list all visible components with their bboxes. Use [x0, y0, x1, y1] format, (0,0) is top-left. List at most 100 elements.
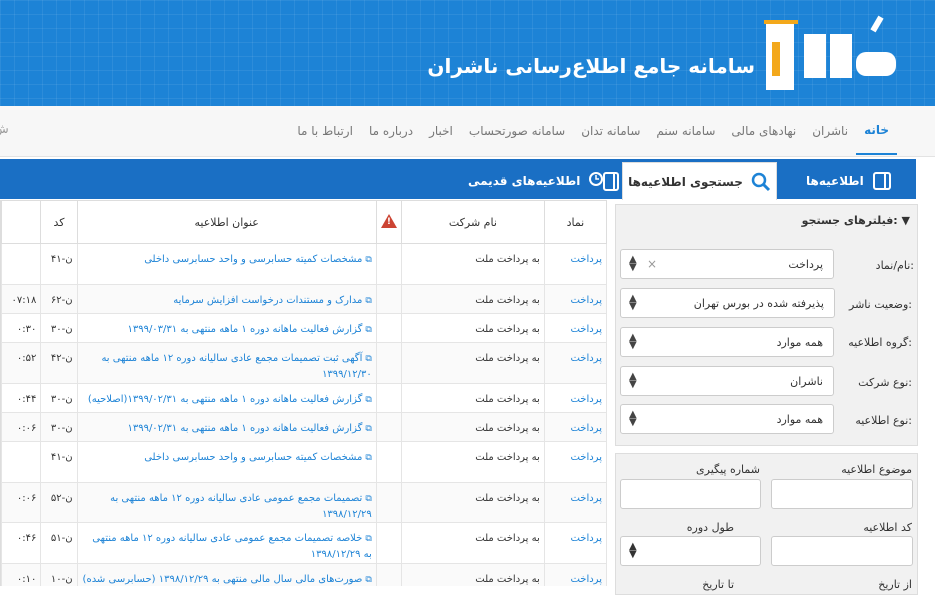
cell-time	[1, 243, 42, 285]
period-length-select[interactable]: ▲ ▼	[620, 536, 761, 566]
name-symbol-label: نام/نماد:	[875, 259, 914, 272]
main-nav: خانه ناشران نهادهای مالی سامانه سنم ساما…	[0, 106, 935, 157]
header-symbol[interactable]: نماد	[543, 200, 607, 244]
cell-title[interactable]: ⧉گزارش فعالیت ماهانه دوره ۱ ماهه منتهی ب…	[76, 412, 377, 442]
cell-warning	[375, 441, 402, 483]
table-row[interactable]: پرداخت به پرداخت ملت ⧉آگهی ثبت تصمیمات مجم…	[1, 342, 607, 384]
external-link-icon: ⧉	[365, 354, 372, 364]
search-icon	[751, 172, 770, 191]
cell-company: به پرداخت ملت	[400, 284, 545, 314]
cell-title[interactable]: ⧉صورت‌های مالی سال مالی منتهی به ۱۳۹۸/۱۲…	[76, 563, 377, 586]
table-row[interactable]: پرداخت به پرداخت ملت ⧉گزارش فعالیت ماهانه …	[1, 412, 607, 442]
cell-title[interactable]: ⧉آگهی ثبت تصمیمات مجمع عادی سالیانه دوره…	[76, 342, 377, 384]
tracking-number-label: شماره پیگیری	[696, 463, 760, 476]
header-time[interactable]	[1, 200, 42, 244]
cell-symbol[interactable]: پرداخت	[543, 383, 607, 413]
cell-symbol[interactable]: پرداخت	[543, 313, 607, 343]
external-link-icon: ⧉	[365, 534, 372, 544]
cell-code: ن-۴۱	[40, 243, 78, 285]
site-header: سامانه جامع اطلاع‌رسانی ناشران	[0, 0, 935, 106]
company-type-label: نوع شرکت:	[858, 376, 912, 389]
announcement-type-value: همه موارد	[776, 413, 823, 426]
table-row[interactable]: پرداخت به پرداخت ملت ⧉تصمیمات مجمع عمومی ع…	[1, 482, 607, 523]
nav-item-news[interactable]: اخبار	[421, 106, 461, 156]
announcement-group-select[interactable]: همه موارد ▲ ▼	[620, 327, 834, 357]
tab-old-announcements[interactable]: اطلاعیه‌های قدیمی	[468, 162, 620, 199]
announcement-type-label: نوع اطلاعیه:	[855, 414, 912, 427]
codal-logo[interactable]	[764, 12, 904, 96]
cell-title[interactable]: ⧉گزارش فعالیت ماهانه دوره ۱ ماهه منتهی ب…	[76, 313, 377, 343]
external-link-icon: ⧉	[365, 494, 372, 504]
cell-code: ن-۵۱	[40, 522, 78, 564]
cell-warning	[375, 522, 402, 564]
cell-time: ۰:۰۶	[1, 412, 42, 442]
announcement-group-label: گروه اطلاعیه:	[848, 336, 912, 349]
nav-item-tadan[interactable]: سامانه تدان	[573, 106, 648, 156]
cell-time: ۰:۳۰	[1, 313, 42, 343]
header-code[interactable]: کد	[40, 200, 78, 244]
announcement-code-label: کد اطلاعیه	[863, 521, 912, 534]
cell-symbol[interactable]: پرداخت	[543, 243, 607, 285]
cell-company: به پرداخت ملت	[400, 522, 545, 564]
from-date-label: از تاریخ	[878, 578, 912, 591]
cell-company: به پرداخت ملت	[400, 482, 545, 523]
cell-company: به پرداخت ملت	[400, 412, 545, 442]
cell-warning	[375, 342, 402, 384]
table-row[interactable]: پرداخت به پرداخت ملت ⧉مدارک و مستندات درخو…	[1, 284, 607, 314]
sort-arrows-icon: ▲ ▼	[629, 332, 637, 351]
cell-warning	[375, 383, 402, 413]
header-title[interactable]: عنوان اطلاعیه	[76, 200, 377, 244]
publisher-status-value: پذیرفته شده در بورس تهران	[693, 297, 824, 310]
nav-item-sanam[interactable]: سامانه سنم	[648, 106, 723, 156]
announcement-group-value: همه موارد	[776, 336, 823, 349]
cell-title[interactable]: ⧉مشخصات کمیته حسابرسی و واحد حسابرسی داخ…	[76, 441, 377, 483]
subject-label: موضوع اطلاعیه	[841, 463, 912, 476]
cell-title[interactable]: ⧉گزارش فعالیت ماهانه دوره ۱ ماهه منتهی ب…	[76, 383, 377, 413]
cell-title[interactable]: ⧉خلاصه تصمیمات مجمع عمومی عادی سالیانه د…	[76, 522, 377, 564]
publisher-status-select[interactable]: پذیرفته شده در بورس تهران ▲ ▼	[620, 288, 835, 318]
table-row[interactable]: پرداخت به پرداخت ملت ⧉خلاصه تصمیمات مجمع ع…	[1, 522, 607, 564]
nav-item-about[interactable]: درباره ما	[361, 106, 421, 156]
cell-company: به پرداخت ملت	[400, 243, 545, 285]
cell-symbol[interactable]: پرداخت	[543, 342, 607, 384]
cell-time: ۰:۴۴	[1, 383, 42, 413]
warning-icon: !	[380, 213, 397, 228]
announcement-code-input[interactable]	[771, 536, 913, 566]
archive-clock-icon	[589, 171, 620, 191]
cell-company: به پرداخت ملت	[400, 342, 545, 384]
table-row[interactable]: پرداخت به پرداخت ملت ⧉مشخصات کمیته حسابرسی…	[1, 243, 607, 285]
cell-symbol[interactable]: پرداخت	[543, 482, 607, 523]
tab-announcements[interactable]: اطلاعیه‌ها	[806, 162, 892, 199]
table-row[interactable]: پرداخت به پرداخت ملت ⧉گزارش فعالیت ماهانه …	[1, 313, 607, 343]
cell-code: ن-۱۰	[40, 563, 78, 586]
cell-time: ۰:۱۰	[1, 563, 42, 586]
cell-time: ۰:۰۶	[1, 482, 42, 523]
tab-search[interactable]: جستجوی اطلاعیه‌ها	[622, 162, 777, 200]
cell-symbol[interactable]: پرداخت	[543, 412, 607, 442]
nav-item-invoice[interactable]: سامانه صورتحساب	[461, 106, 573, 156]
nav-item-financial-institutions[interactable]: نهادهای مالی	[723, 106, 804, 156]
cell-title[interactable]: ⧉تصمیمات مجمع عمومی عادی سالیانه دوره ۱۲…	[76, 482, 377, 523]
cell-symbol[interactable]: پرداخت	[543, 522, 607, 564]
name-symbol-select[interactable]: پرداخت × ▲ ▼	[620, 249, 834, 279]
table-row[interactable]: پرداخت به پرداخت ملت ⧉مشخصات کمیته حسابرسی…	[1, 441, 607, 483]
clear-icon[interactable]: ×	[647, 257, 657, 271]
cell-code: ن-۳۰	[40, 313, 78, 343]
nav-item-publishers[interactable]: ناشران	[804, 106, 856, 156]
subject-input[interactable]	[771, 479, 913, 509]
cell-symbol[interactable]: پرداخت	[543, 563, 607, 586]
table-row[interactable]: پرداخت به پرداخت ملت ⧉گزارش فعالیت ماهانه …	[1, 383, 607, 413]
announcement-type-select[interactable]: همه موارد ▲ ▼	[620, 404, 834, 434]
cell-time	[1, 441, 42, 483]
tracking-number-input[interactable]	[620, 479, 761, 509]
external-link-icon: ⧉	[365, 325, 372, 335]
header-company[interactable]: نام شرکت	[400, 200, 545, 244]
cell-title[interactable]: ⧉مشخصات کمیته حسابرسی و واحد حسابرسی داخ…	[76, 243, 377, 285]
cell-symbol[interactable]: پرداخت	[543, 441, 607, 483]
nav-item-contact[interactable]: ارتباط با ما	[289, 106, 361, 156]
cell-symbol[interactable]: پرداخت	[543, 284, 607, 314]
company-type-select[interactable]: ناشران ▲ ▼	[620, 366, 834, 396]
nav-item-home[interactable]: خانه	[856, 107, 897, 155]
table-row[interactable]: پرداخت به پرداخت ملت ⧉صورت‌های مالی سال ما…	[1, 563, 607, 586]
cell-title[interactable]: ⧉مدارک و مستندات درخواست افزایش سرمایه	[76, 284, 377, 314]
